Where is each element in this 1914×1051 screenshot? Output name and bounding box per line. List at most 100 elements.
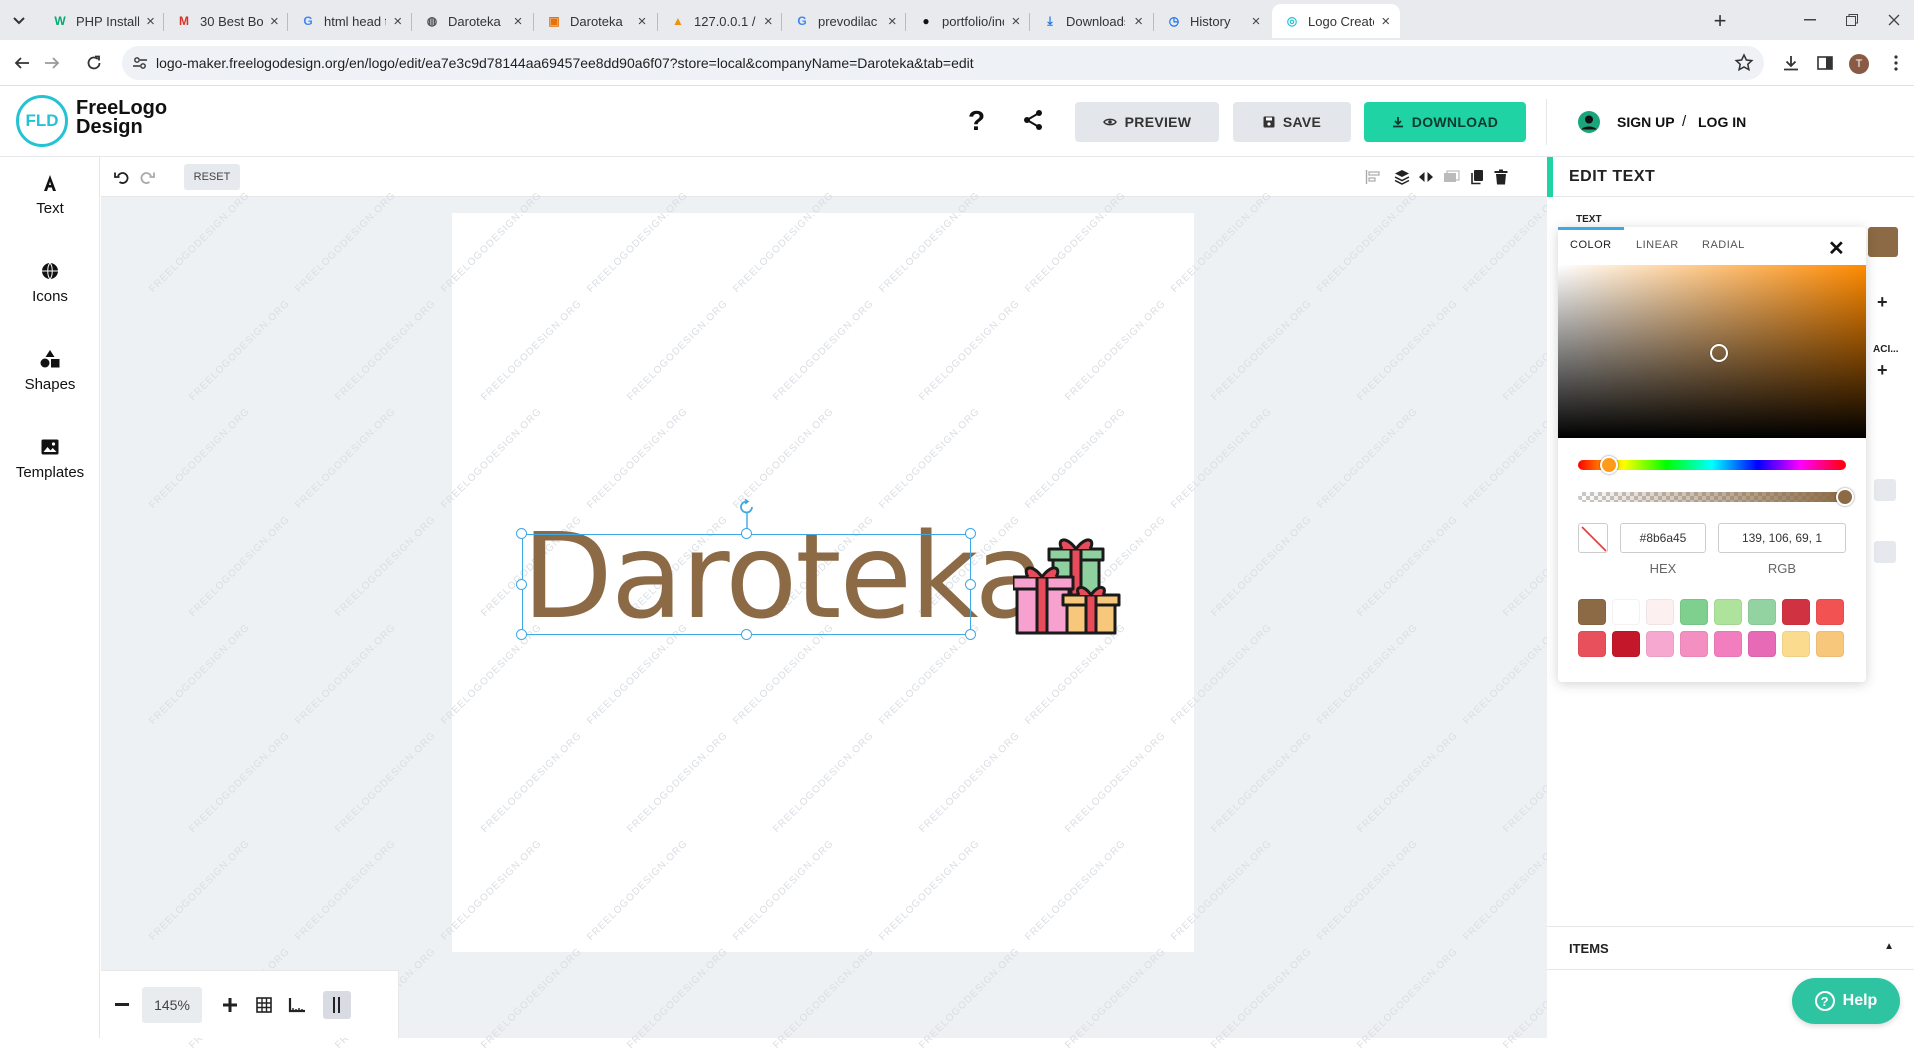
browser-tab[interactable]: Gprevodilac - Go × <box>782 4 906 38</box>
no-color-button[interactable] <box>1578 523 1608 553</box>
close-window-button[interactable] <box>1874 6 1914 34</box>
color-preset-swatch[interactable] <box>1748 631 1776 657</box>
saturation-value-area[interactable] <box>1558 265 1866 438</box>
url-text[interactable]: logo-maker.freelogodesign.org/en/logo/ed… <box>156 55 974 71</box>
browser-tab[interactable]: W PHP Installation × <box>40 4 164 38</box>
browser-menu-button[interactable] <box>1881 48 1911 78</box>
redo-button[interactable] <box>136 166 158 188</box>
color-preset-swatch[interactable] <box>1612 631 1640 657</box>
profile-avatar[interactable]: T <box>1849 54 1869 74</box>
effects-button[interactable] <box>1441 166 1463 188</box>
hue-slider[interactable] <box>1578 460 1846 470</box>
align-button[interactable] <box>1362 166 1384 188</box>
option-toggle[interactable] <box>1874 479 1896 501</box>
forward-button[interactable] <box>37 48 67 78</box>
resize-handle-bottom-left[interactable] <box>516 629 527 640</box>
address-bar[interactable]: logo-maker.freelogodesign.org/en/logo/ed… <box>122 46 1764 80</box>
download-button[interactable]: DOWNLOAD <box>1364 102 1526 142</box>
close-picker-icon[interactable]: ✕ <box>1828 236 1845 261</box>
save-button[interactable]: SAVE <box>1233 102 1351 142</box>
browser-tab[interactable]: ◎ Logo Creator - × <box>1272 4 1400 38</box>
tab-close-icon[interactable]: × <box>510 13 526 30</box>
resize-handle-left[interactable] <box>516 579 527 590</box>
text-color-swatch[interactable] <box>1868 227 1898 257</box>
color-cursor[interactable] <box>1710 344 1728 362</box>
reset-button[interactable]: RESET <box>184 164 240 190</box>
browser-tab[interactable]: ● portfolio/index × <box>906 4 1030 38</box>
color-preset-swatch[interactable] <box>1578 599 1606 625</box>
resize-handle-top-left[interactable] <box>516 528 527 539</box>
browser-tab[interactable]: ⤓ Downloads × <box>1030 4 1154 38</box>
reload-button[interactable] <box>79 48 109 78</box>
flip-button[interactable] <box>1415 166 1437 188</box>
color-preset-swatch[interactable] <box>1816 631 1844 657</box>
help-question-icon[interactable]: ? <box>968 105 985 137</box>
color-preset-swatch[interactable] <box>1646 599 1674 625</box>
color-preset-swatch[interactable] <box>1714 599 1742 625</box>
browser-tab[interactable]: ▣ Daroteka × <box>534 4 658 38</box>
hex-input[interactable] <box>1620 523 1706 553</box>
resize-handle-top-right[interactable] <box>965 528 976 539</box>
restore-button[interactable] <box>1832 6 1872 34</box>
resize-handle-bottom-right[interactable] <box>965 629 976 640</box>
gift-boxes-icon[interactable] <box>1013 529 1125 641</box>
browser-tab[interactable]: ▲ 127.0.0.1 / 127 × <box>658 4 782 38</box>
rgb-input[interactable] <box>1718 523 1846 553</box>
browser-tab[interactable]: ◷ History × <box>1154 4 1272 38</box>
tab-search-button[interactable] <box>6 9 32 33</box>
selection-box[interactable] <box>522 534 971 635</box>
sign-up-link[interactable]: SIGN UP <box>1617 114 1675 130</box>
tab-close-icon[interactable]: × <box>762 13 774 30</box>
increase-size-button[interactable]: + <box>1877 292 1888 313</box>
opacity-slider[interactable] <box>1578 492 1846 502</box>
site-info-icon[interactable] <box>132 55 148 71</box>
color-preset-swatch[interactable] <box>1680 599 1708 625</box>
log-in-link[interactable]: LOG IN <box>1698 114 1746 130</box>
color-preset-swatch[interactable] <box>1612 599 1640 625</box>
color-preset-swatch[interactable] <box>1816 599 1844 625</box>
tab-radial[interactable]: RADIAL <box>1702 239 1745 251</box>
preview-button[interactable]: PREVIEW <box>1075 102 1219 142</box>
color-preset-swatch[interactable] <box>1714 631 1742 657</box>
back-button[interactable] <box>7 48 37 78</box>
guides-toggle-button[interactable] <box>323 991 351 1019</box>
items-section[interactable]: ITEMS ▲ <box>1547 926 1914 970</box>
tab-close-icon[interactable]: × <box>1010 13 1022 30</box>
tab-linear[interactable]: LINEAR <box>1636 239 1679 251</box>
color-preset-swatch[interactable] <box>1782 599 1810 625</box>
share-icon[interactable] <box>1022 109 1044 131</box>
undo-button[interactable] <box>111 166 133 188</box>
layers-button[interactable] <box>1391 166 1413 188</box>
sidebar-item-icons[interactable]: Icons <box>0 245 100 317</box>
brand-logo-text[interactable]: FreeLogo Design <box>76 98 167 137</box>
resize-handle-top[interactable] <box>741 528 752 539</box>
downloads-button[interactable] <box>1776 48 1806 78</box>
color-preset-swatch[interactable] <box>1680 631 1708 657</box>
opacity-slider-handle[interactable] <box>1836 488 1854 506</box>
duplicate-button[interactable] <box>1466 166 1488 188</box>
zoom-level[interactable]: 145% <box>142 987 202 1023</box>
option-toggle[interactable] <box>1874 541 1896 563</box>
tab-close-icon[interactable]: × <box>1131 13 1146 30</box>
color-preset-swatch[interactable] <box>1782 631 1810 657</box>
side-panel-button[interactable] <box>1810 48 1840 78</box>
color-preset-swatch[interactable] <box>1748 599 1776 625</box>
browser-tab[interactable]: ◍ Daroteka × <box>412 4 534 38</box>
tab-close-icon[interactable]: × <box>145 13 156 30</box>
delete-button[interactable] <box>1490 166 1512 188</box>
resize-handle-bottom[interactable] <box>741 629 752 640</box>
new-tab-button[interactable]: + <box>1706 8 1734 34</box>
tab-color[interactable]: COLOR <box>1570 239 1612 251</box>
browser-tab[interactable]: M 30 Best Bootstr × <box>164 4 288 38</box>
tab-close-icon[interactable]: × <box>634 13 650 30</box>
hue-slider-handle[interactable] <box>1600 456 1618 474</box>
tab-close-icon[interactable]: × <box>1380 13 1393 30</box>
zoom-in-button[interactable] <box>218 993 242 1017</box>
increase-spacing-button[interactable]: + <box>1877 360 1888 381</box>
browser-tab[interactable]: Ghtml head tag × <box>288 4 412 38</box>
sidebar-item-templates[interactable]: Templates <box>0 421 100 493</box>
bookmark-star-icon[interactable] <box>1734 53 1754 73</box>
rotate-handle-icon[interactable] <box>739 499 755 529</box>
help-widget-button[interactable]: ? Help <box>1792 978 1900 1024</box>
color-preset-swatch[interactable] <box>1578 631 1606 657</box>
